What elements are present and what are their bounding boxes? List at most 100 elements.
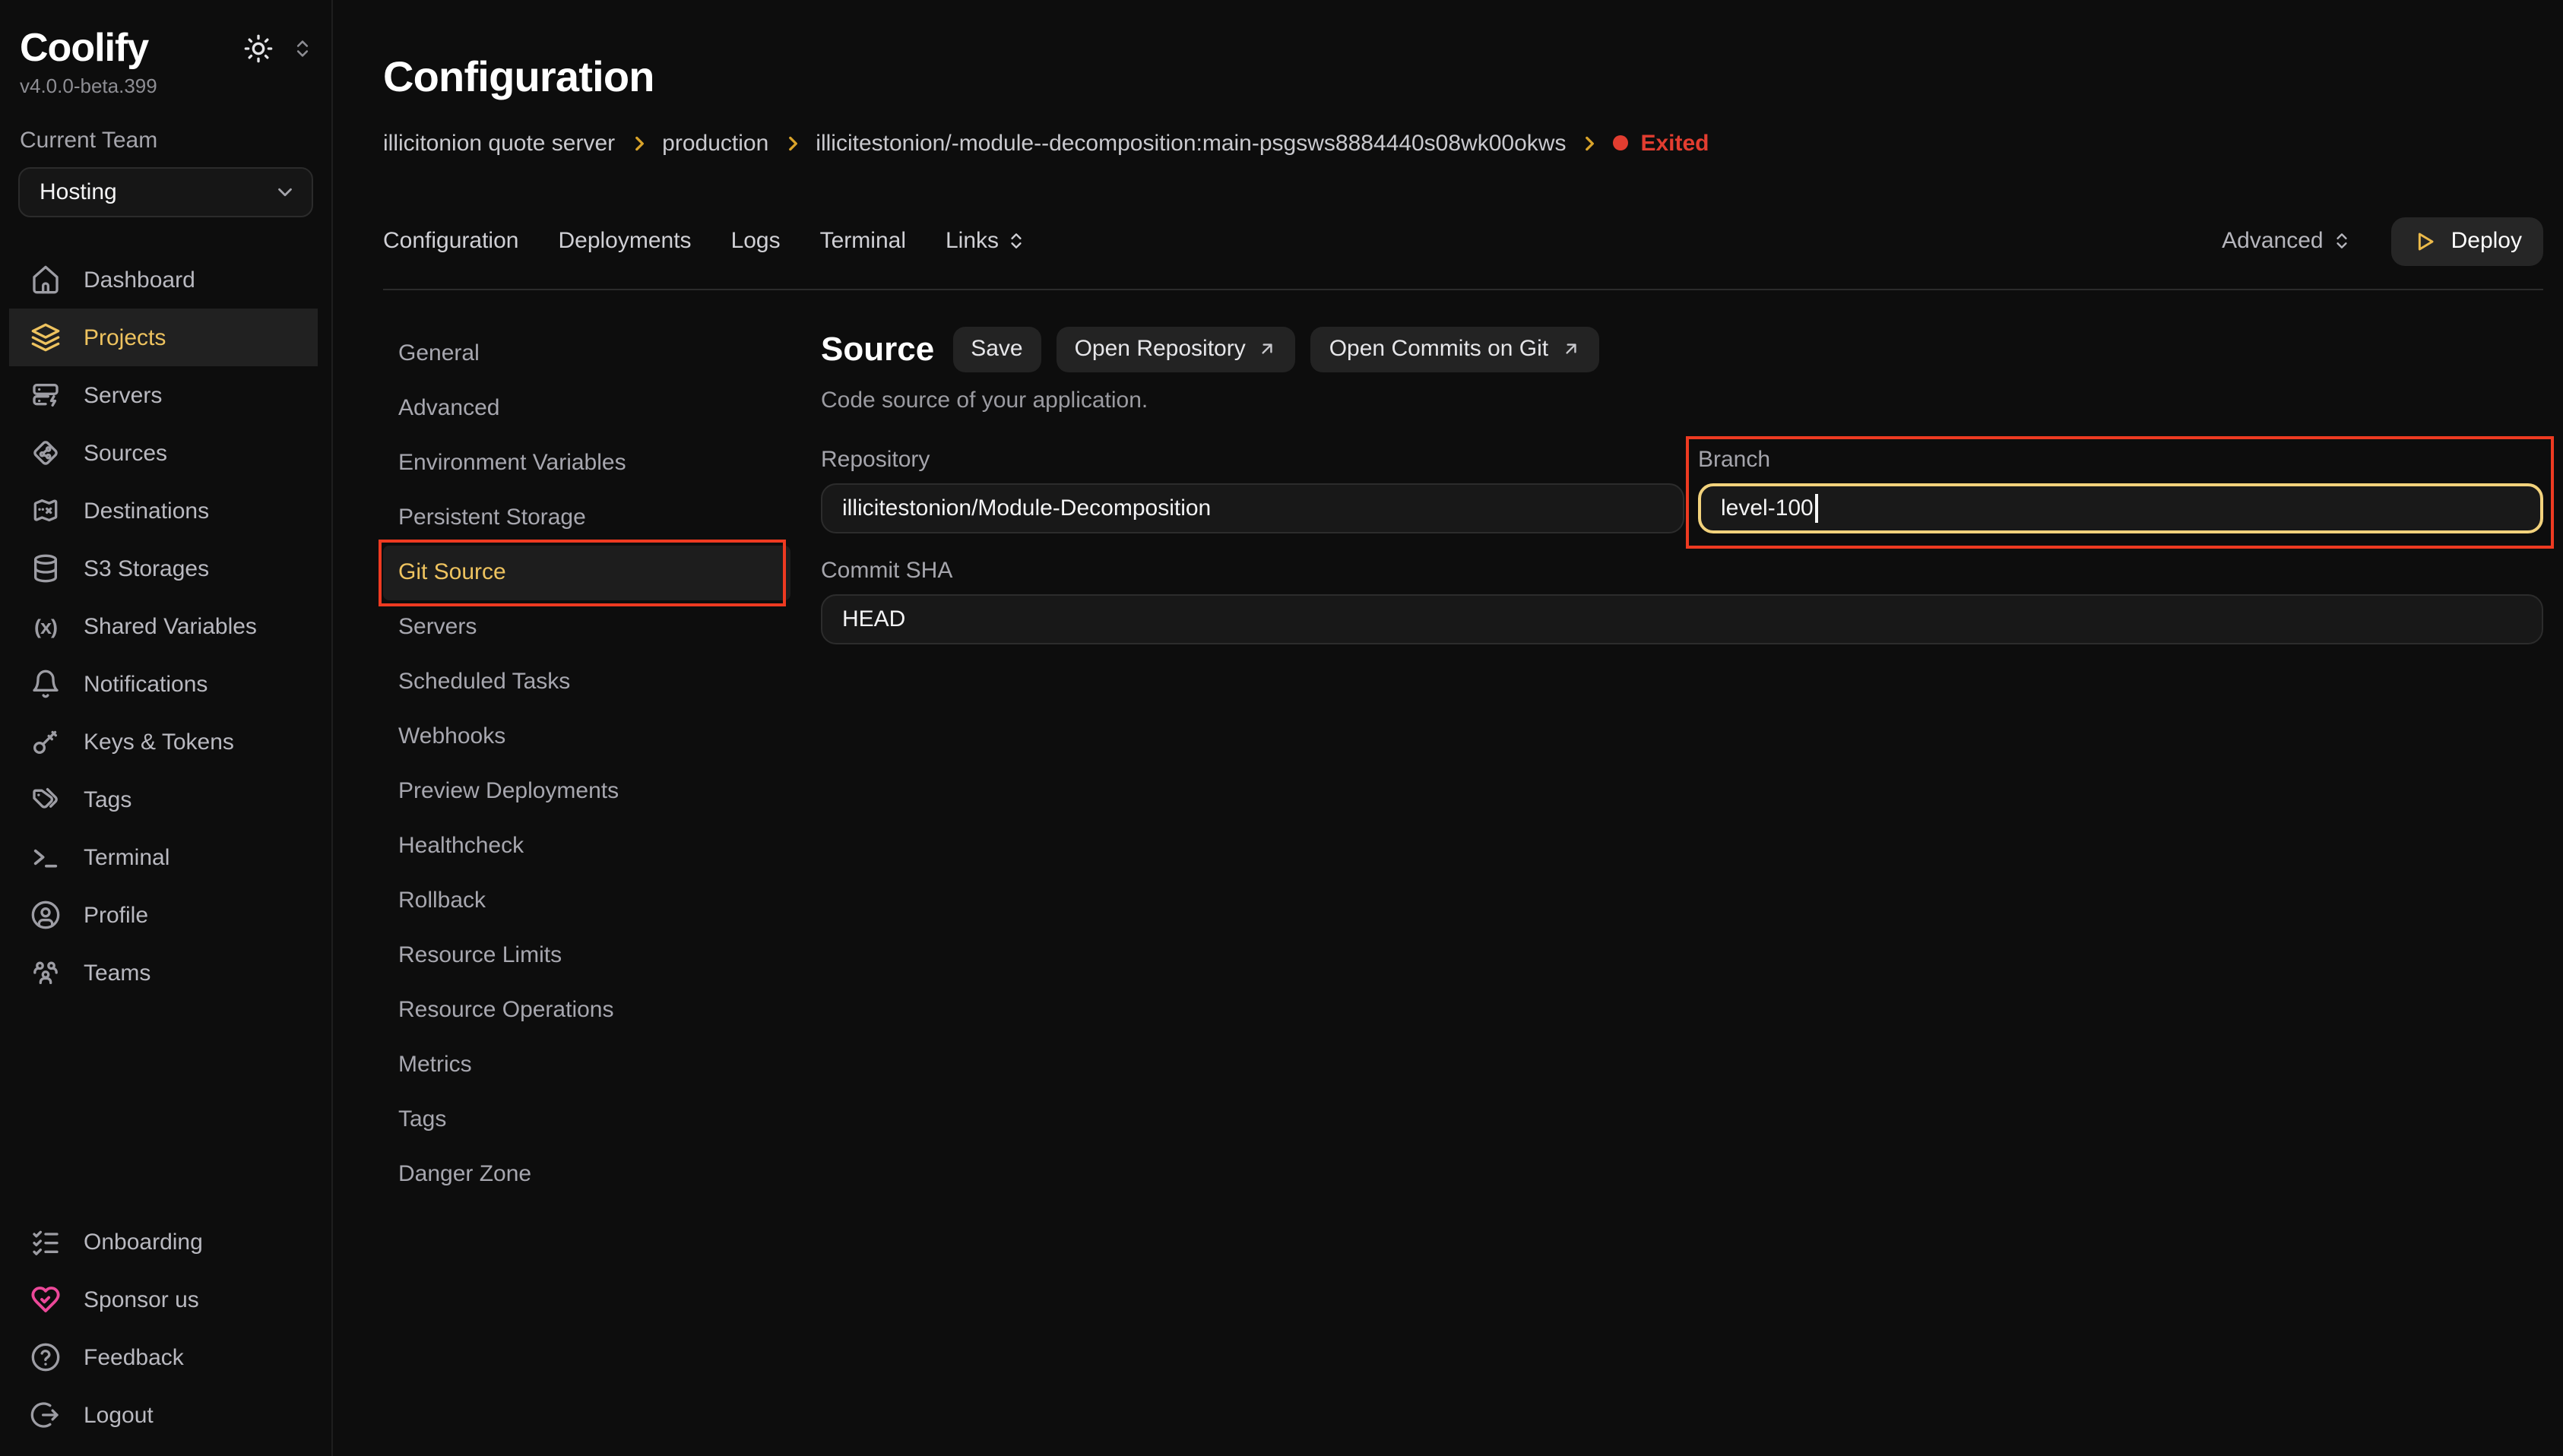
sidebar-item-terminal[interactable]: Terminal [9, 828, 318, 886]
subnav-item-persistent-storage[interactable]: Persistent Storage [383, 490, 790, 545]
subnav-item-healthcheck[interactable]: Healthcheck [383, 818, 790, 873]
branch-input[interactable]: level-100 [1698, 483, 2543, 533]
sidebar-item-shared-variables[interactable]: (x) Shared Variables [9, 597, 318, 655]
sidebar-item-notifications[interactable]: Notifications [9, 655, 318, 713]
logout-icon [30, 1400, 61, 1430]
chevrons-up-down-icon [2333, 231, 2352, 251]
sidebar-item-sources[interactable]: Sources [9, 424, 318, 482]
breadcrumb: illicitonion quote server production ill… [383, 130, 2543, 156]
status-badge: Exited [1613, 130, 1709, 156]
subnav-item-resource-operations[interactable]: Resource Operations [383, 983, 790, 1037]
sidebar-item-logout[interactable]: Logout [9, 1386, 318, 1444]
open-repository-button[interactable]: Open Repository [1057, 326, 1296, 372]
subnav-item-rollback[interactable]: Rollback [383, 873, 790, 928]
subnav-item-git-source[interactable]: Git Source [383, 545, 790, 600]
app-logo: Coolify [20, 24, 148, 71]
chevrons-up-down-icon[interactable] [292, 37, 313, 59]
repository-field-group: Repository illicitestonion/Module-Decomp… [821, 446, 1684, 533]
coolify-app: Coolify v4.0.0-beta.399 Current Team Hos… [0, 0, 2563, 1456]
layers-icon [30, 322, 61, 353]
sidebar: Coolify v4.0.0-beta.399 Current Team Hos… [0, 0, 333, 1456]
sidebar-item-label: Logout [84, 1402, 154, 1428]
subnav-item-tags[interactable]: Tags [383, 1092, 790, 1147]
tab-terminal[interactable]: Terminal [820, 228, 906, 254]
sidebar-item-projects[interactable]: Projects [9, 309, 318, 366]
commit-sha-label: Commit SHA [821, 557, 2543, 583]
sidebar-item-label: Profile [84, 902, 148, 928]
repository-label: Repository [821, 446, 1684, 472]
users-icon [30, 957, 61, 988]
map-icon [30, 495, 61, 526]
breadcrumb-project[interactable]: illicitonion quote server [383, 130, 615, 156]
configuration-content: General Advanced Environment Variables P… [383, 326, 2543, 1201]
sidebar-item-label: Projects [84, 324, 166, 350]
deploy-button[interactable]: Deploy [2392, 217, 2543, 265]
subnav-item-environment-variables[interactable]: Environment Variables [383, 435, 790, 490]
sidebar-item-keys-tokens[interactable]: Keys & Tokens [9, 713, 318, 771]
sidebar-item-onboarding[interactable]: Onboarding [9, 1213, 318, 1271]
sidebar-item-destinations[interactable]: Destinations [9, 482, 318, 540]
source-heading: Source [821, 329, 934, 369]
sidebar-item-teams[interactable]: Teams [9, 944, 318, 1002]
breadcrumb-resource[interactable]: illicitestonion/-module--decomposition:m… [816, 130, 1566, 156]
sidebar-item-label: Tags [84, 787, 131, 812]
tags-icon [30, 784, 61, 815]
open-commits-button[interactable]: Open Commits on Git [1311, 326, 1598, 372]
sidebar-item-dashboard[interactable]: Dashboard [9, 251, 318, 309]
sidebar-item-s3-storages[interactable]: S3 Storages [9, 540, 318, 597]
team-select-value: Hosting [40, 179, 117, 205]
advanced-menu[interactable]: Advanced [2222, 228, 2352, 254]
sidebar-item-label: Destinations [84, 498, 209, 524]
team-select[interactable]: Hosting [18, 167, 313, 217]
breadcrumb-environment[interactable]: production [662, 130, 768, 156]
git-source-icon [30, 438, 61, 468]
arrow-up-right-icon [1560, 339, 1580, 359]
branch-field-group: Branch level-100 [1698, 446, 2543, 533]
subnav-item-metrics[interactable]: Metrics [383, 1037, 790, 1092]
sidebar-header: Coolify [0, 24, 331, 71]
subnav-item-resource-limits[interactable]: Resource Limits [383, 928, 790, 983]
help-circle-icon [30, 1342, 61, 1372]
git-source-panel: Source Save Open Repository Open Commits… [790, 326, 2543, 1201]
sidebar-item-profile[interactable]: Profile [9, 886, 318, 944]
tab-links[interactable]: Links [946, 228, 1026, 254]
sidebar-item-label: Dashboard [84, 267, 195, 293]
sidebar-item-label: Shared Variables [84, 613, 257, 639]
subnav-item-servers[interactable]: Servers [383, 600, 790, 654]
user-circle-icon [30, 900, 61, 930]
status-dot-icon [1613, 135, 1628, 150]
sidebar-item-sponsor-us[interactable]: Sponsor us [9, 1271, 318, 1328]
app-version: v4.0.0-beta.399 [0, 71, 331, 97]
chevron-right-icon [782, 133, 802, 153]
subnav-item-advanced[interactable]: Advanced [383, 381, 790, 435]
sidebar-item-servers[interactable]: Servers [9, 366, 318, 424]
tab-configuration[interactable]: Configuration [383, 228, 518, 254]
text-cursor [1815, 493, 1818, 522]
bell-icon [30, 669, 61, 699]
repository-input[interactable]: illicitestonion/Module-Decomposition [821, 483, 1684, 533]
branch-label: Branch [1698, 446, 2543, 472]
sidebar-item-label: Keys & Tokens [84, 729, 234, 755]
sidebar-item-tags[interactable]: Tags [9, 771, 318, 828]
tab-logs[interactable]: Logs [731, 228, 781, 254]
subnav-item-danger-zone[interactable]: Danger Zone [383, 1147, 790, 1201]
commit-sha-input[interactable]: HEAD [821, 593, 2543, 644]
subnav-item-general[interactable]: General [383, 326, 790, 381]
subnav-item-scheduled-tasks[interactable]: Scheduled Tasks [383, 654, 790, 709]
save-button[interactable]: Save [952, 326, 1041, 372]
chevron-down-icon [274, 181, 296, 204]
page-title: Configuration [383, 53, 2543, 102]
sidebar-item-label: Terminal [84, 844, 169, 870]
config-subnav: General Advanced Environment Variables P… [383, 326, 790, 1201]
subnav-item-preview-deployments[interactable]: Preview Deployments [383, 764, 790, 818]
heart-icon [30, 1284, 61, 1315]
sidebar-item-feedback[interactable]: Feedback [9, 1328, 318, 1386]
subnav-item-webhooks[interactable]: Webhooks [383, 709, 790, 764]
tab-deployments[interactable]: Deployments [558, 228, 691, 254]
chevron-right-icon [629, 133, 648, 153]
sidebar-item-label: Sponsor us [84, 1287, 199, 1312]
home-icon [30, 264, 61, 295]
commit-sha-field-group: Commit SHA HEAD [821, 557, 2543, 644]
sidebar-nav: Dashboard Projects Servers Sources Desti… [0, 251, 331, 1002]
theme-toggle-sun-icon[interactable] [243, 33, 274, 63]
